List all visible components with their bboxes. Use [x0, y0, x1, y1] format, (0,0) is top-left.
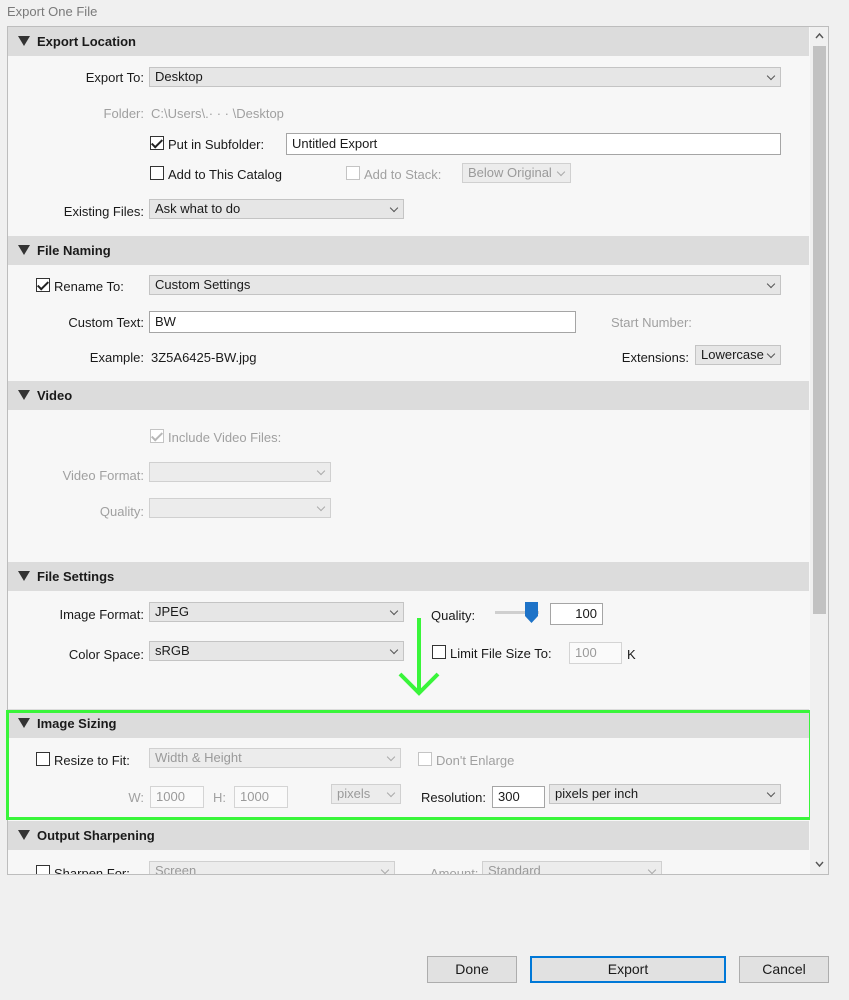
color-space-value: sRGB — [155, 643, 190, 658]
export-to-label: Export To: — [85, 70, 144, 85]
image-format-value: JPEG — [155, 604, 189, 619]
done-button[interactable]: Done — [427, 956, 517, 983]
example-filename: 3Z5A6425-BW.jpg — [151, 350, 257, 365]
chevron-down-icon — [647, 865, 657, 874]
chevron-down-icon — [556, 167, 566, 177]
add-to-catalog-checkbox[interactable] — [150, 166, 164, 180]
image-format-select[interactable]: JPEG — [149, 602, 404, 622]
folder-path: C:\Users\.· · · \Desktop — [151, 106, 284, 121]
scrollbar-thumb[interactable] — [813, 46, 826, 614]
chevron-down-icon — [316, 502, 326, 512]
amount-select[interactable]: Standard — [482, 861, 662, 874]
custom-text-input[interactable]: BW — [149, 311, 576, 333]
include-video-label: Include Video Files: — [168, 430, 282, 445]
cancel-button[interactable]: Cancel — [739, 956, 829, 983]
put-in-subfolder-checkbox[interactable] — [150, 136, 164, 150]
chevron-down-icon — [389, 203, 399, 213]
image-format-label: Image Format: — [59, 607, 144, 622]
chevron-down-icon — [389, 606, 399, 616]
section-title: Output Sharpening — [37, 828, 155, 843]
chevron-down-icon — [766, 349, 776, 359]
amount-value: Standard — [488, 863, 541, 874]
amount-label: Amount: — [430, 866, 479, 874]
limit-file-size-input[interactable]: 100 — [569, 642, 622, 664]
rename-to-value: Custom Settings — [155, 277, 251, 292]
quality-slider-thumb[interactable] — [525, 602, 538, 623]
window-title: Export One File — [7, 4, 98, 19]
stack-position-select[interactable]: Below Original — [462, 163, 571, 183]
existing-files-label: Existing Files: — [63, 204, 144, 219]
folder-label: Folder: — [103, 106, 144, 121]
section-title: File Settings — [37, 569, 115, 584]
triangle-down-icon — [18, 571, 30, 581]
video-format-select[interactable] — [149, 462, 331, 482]
video-quality-select[interactable] — [149, 498, 331, 518]
sharpen-for-select[interactable]: Screen — [149, 861, 395, 874]
image-sizing-highlight-frame — [6, 710, 812, 820]
section-title: Video — [37, 388, 73, 403]
extensions-label: Extensions: — [621, 350, 689, 365]
stack-position-value: Below Original — [468, 165, 552, 180]
rename-to-label: Rename To: — [54, 279, 124, 294]
existing-files-select[interactable]: Ask what to do — [149, 199, 404, 219]
chevron-down-icon — [389, 645, 399, 655]
existing-files-value: Ask what to do — [155, 201, 241, 216]
start-number-label: Start Number: — [611, 315, 692, 330]
section-title: Export Location — [37, 34, 136, 49]
sharpen-for-checkbox[interactable] — [36, 865, 50, 874]
triangle-down-icon — [18, 390, 30, 400]
section-title: File Naming — [37, 243, 111, 258]
limit-unit-label: K — [627, 647, 636, 662]
triangle-down-icon — [18, 36, 30, 46]
export-button[interactable]: Export — [530, 956, 726, 983]
export-to-select[interactable]: Desktop — [149, 67, 781, 87]
add-to-stack-label: Add to Stack: — [364, 167, 442, 182]
section-header-export-location[interactable]: Export Location — [8, 27, 809, 56]
section-header-output-sharpening[interactable]: Output Sharpening — [8, 821, 809, 850]
sharpen-for-label: Sharpen For: — [54, 866, 130, 874]
chevron-down-icon — [766, 279, 776, 289]
export-to-value: Desktop — [155, 69, 203, 84]
extensions-value: Lowercase — [701, 347, 764, 362]
custom-text-label: Custom Text: — [68, 315, 144, 330]
chevron-down-icon — [316, 466, 326, 476]
example-label: Example: — [89, 350, 144, 365]
sharpen-for-value: Screen — [155, 863, 197, 874]
add-to-catalog-label: Add to This Catalog — [168, 167, 282, 182]
add-to-stack-checkbox[interactable] — [346, 166, 360, 180]
section-header-file-naming[interactable]: File Naming — [8, 236, 809, 265]
rename-to-select[interactable]: Custom Settings — [149, 275, 781, 295]
put-in-subfolder-label: Put in Subfolder: — [168, 137, 265, 152]
output-sharpening-clip: Sharpen For: Screen Amount: Standard — [8, 855, 809, 874]
include-video-checkbox[interactable] — [150, 429, 164, 443]
color-space-label: Color Space: — [68, 647, 144, 662]
triangle-down-icon — [18, 830, 30, 840]
extensions-select[interactable]: Lowercase — [695, 345, 781, 365]
arrow-down-icon — [398, 618, 440, 698]
subfolder-name-input[interactable]: Untitled Export — [286, 133, 781, 155]
rename-to-checkbox[interactable] — [36, 278, 50, 292]
scroll-up-icon[interactable] — [813, 30, 826, 42]
video-quality-label: Quality: — [99, 504, 144, 519]
quality-input[interactable]: 100 — [550, 603, 603, 625]
section-header-file-settings[interactable]: File Settings — [8, 562, 809, 591]
triangle-down-icon — [18, 245, 30, 255]
video-format-label: Video Format: — [62, 468, 144, 483]
limit-file-size-label: Limit File Size To: — [450, 646, 552, 661]
scroll-down-icon[interactable] — [813, 858, 826, 870]
section-header-video[interactable]: Video — [8, 381, 809, 410]
chevron-down-icon — [766, 71, 776, 81]
color-space-select[interactable]: sRGB — [149, 641, 404, 661]
chevron-down-icon — [380, 865, 390, 874]
